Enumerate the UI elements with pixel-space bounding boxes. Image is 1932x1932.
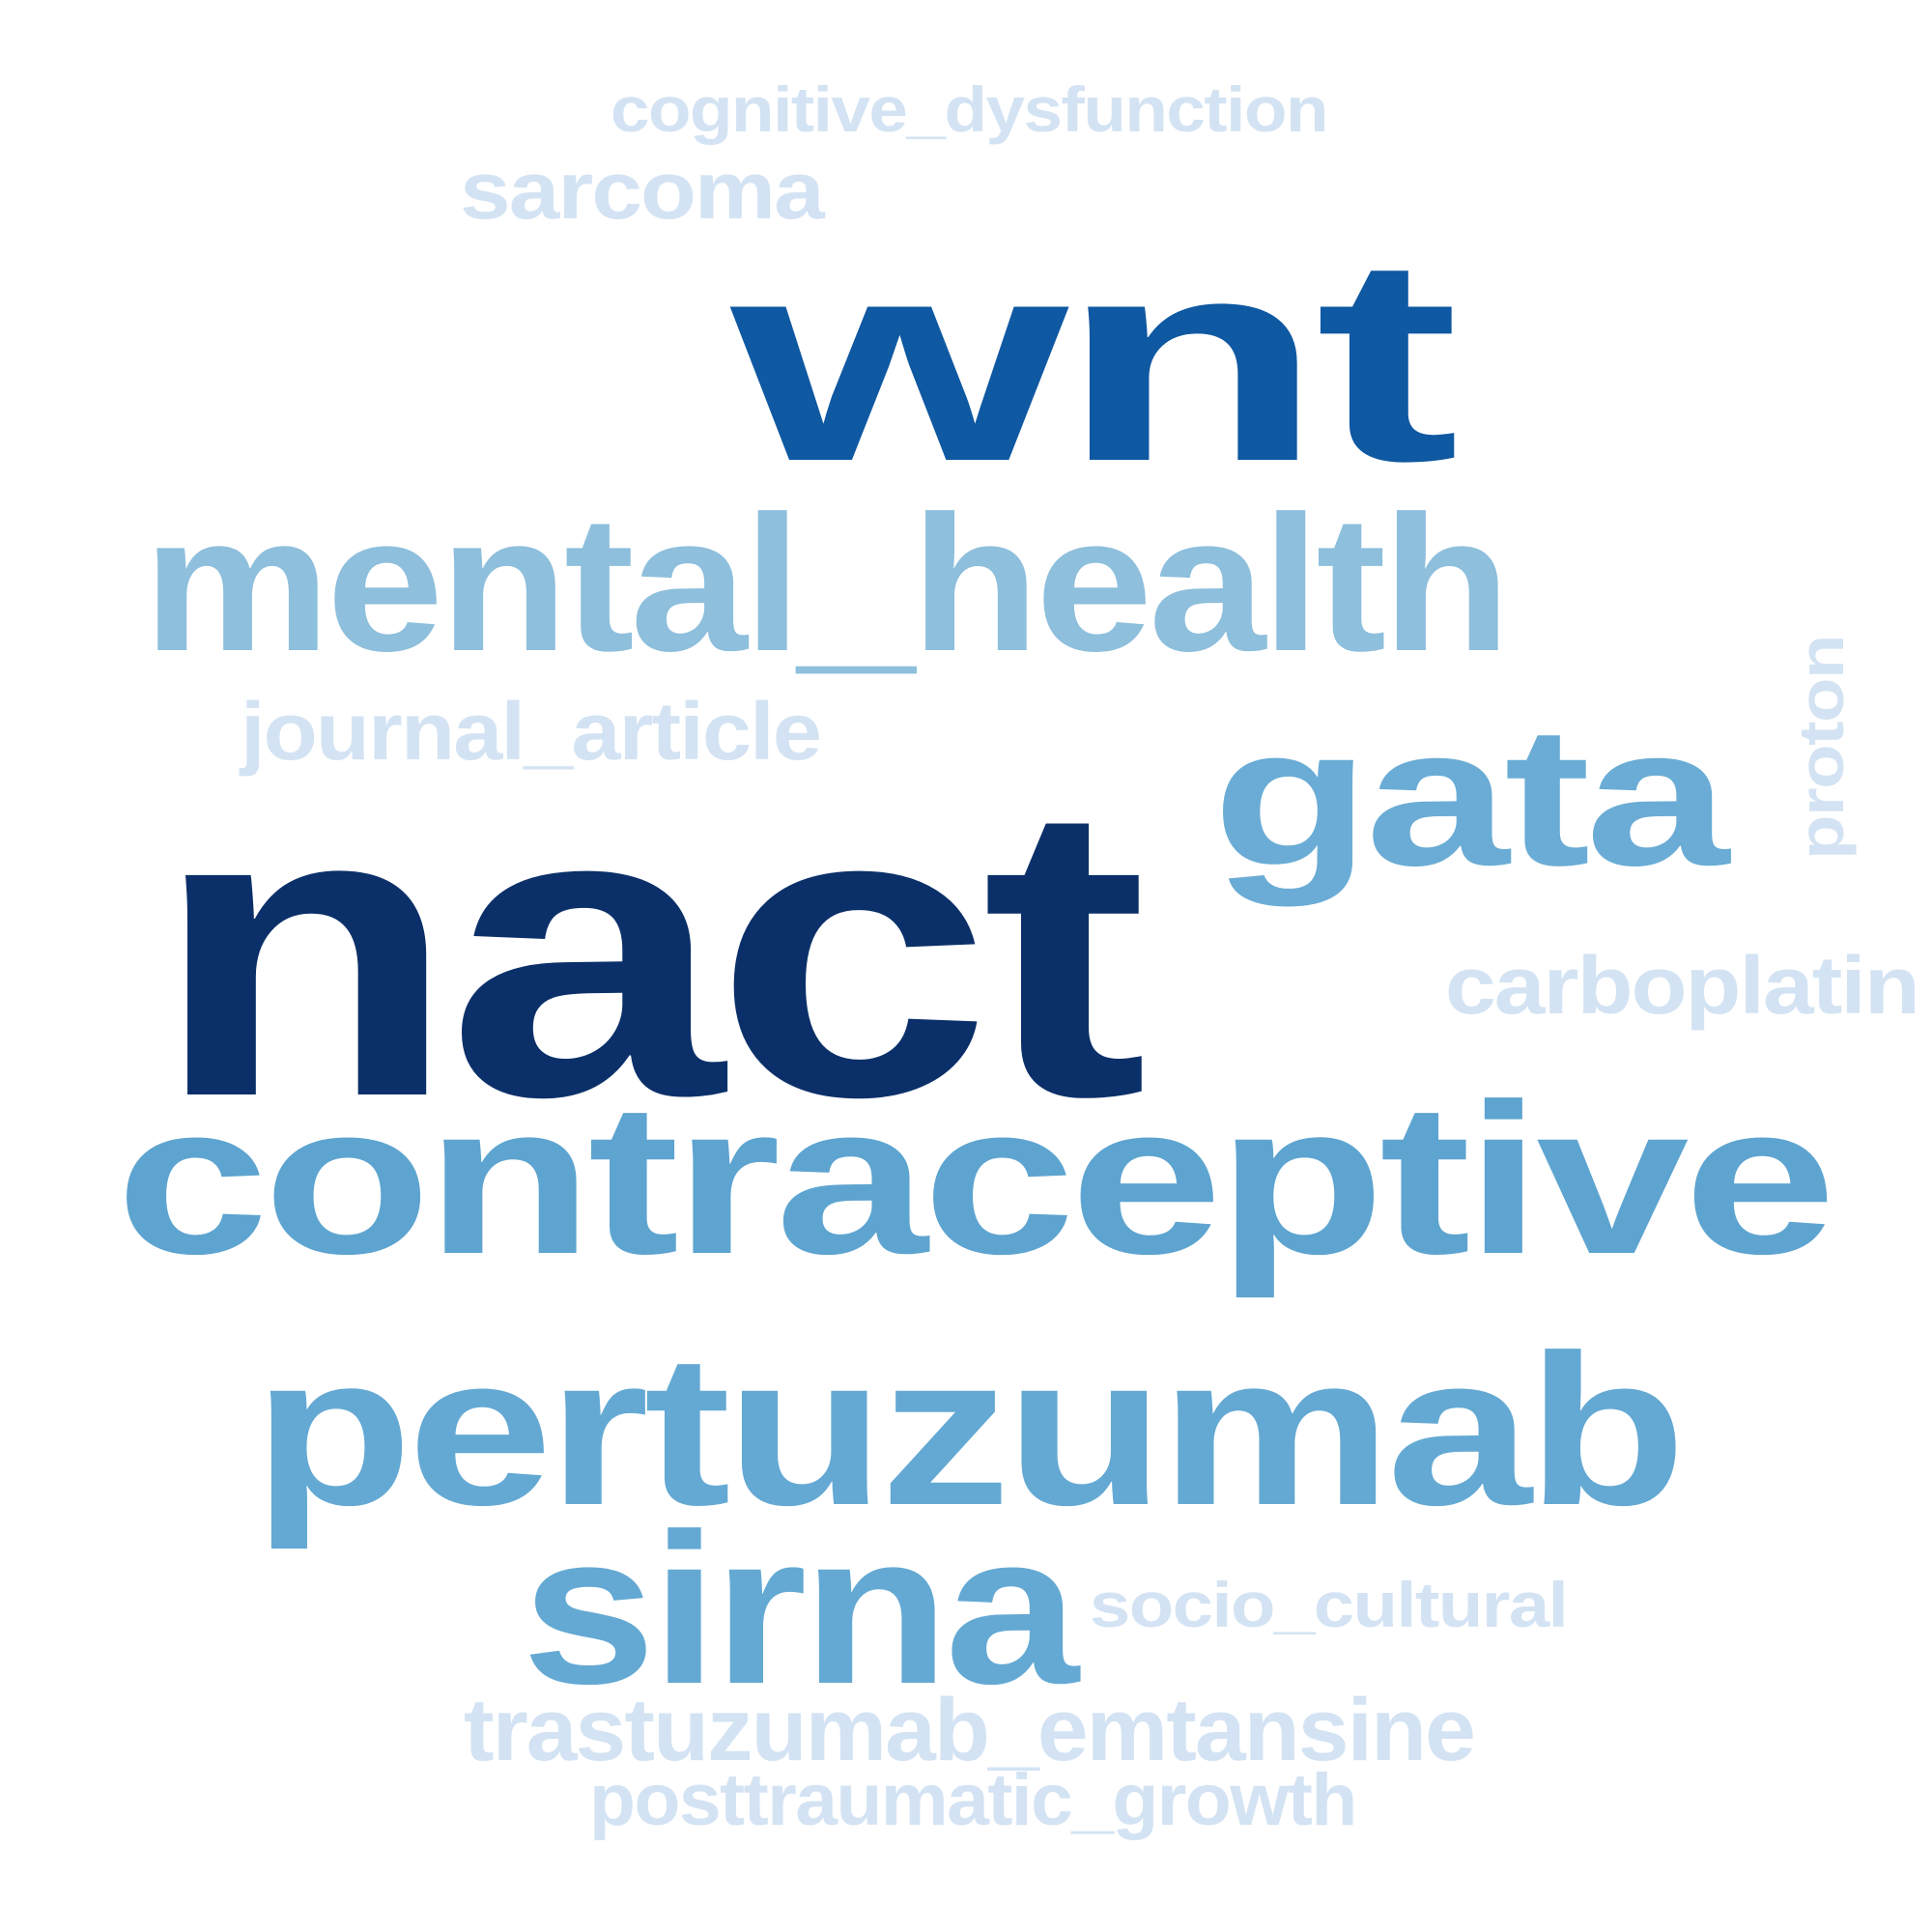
word-sarcoma: sarcoma (460, 145, 825, 236)
word-gata: gata (1212, 686, 1729, 907)
word-cognitive-dysfunction: cognitive_dysfunction (611, 73, 1328, 145)
word-mental-health: mental_health (143, 476, 1511, 692)
word-cloud: nact wnt contraceptive pertuzumab sirna … (0, 0, 1932, 1932)
word-posttraumatic-growth: posttraumatic_growth (589, 1759, 1357, 1841)
word-carboplatin: carboplatin (1445, 940, 1920, 1031)
word-proton: proton (1785, 636, 1857, 860)
word-wnt: wnt (731, 197, 1460, 522)
word-socio-cultural: socio_cultural (1090, 1569, 1569, 1640)
word-contraceptive: contraceptive (116, 1060, 1836, 1299)
word-journal-article: journal_article (241, 686, 822, 777)
